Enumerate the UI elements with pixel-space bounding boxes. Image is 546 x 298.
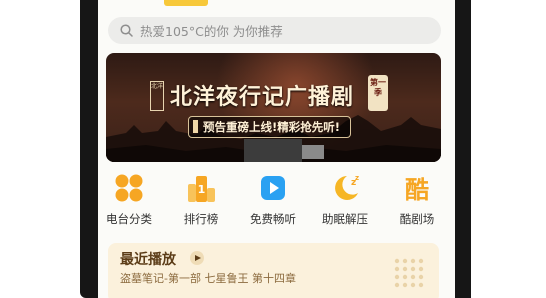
dots-pattern-icon [394, 258, 424, 288]
phone-bezel-left [80, 0, 98, 298]
category-theater[interactable]: 酷 酷剧场 [387, 172, 447, 227]
category-radio[interactable]: 电台分类 [99, 172, 159, 227]
category-row: 电台分类 1 排行榜 免费畅听 z z 助眠解压 酷 酷剧场 [98, 172, 455, 232]
redacted-area [244, 139, 302, 162]
promo-banner[interactable]: 北洋 北洋夜行记广播剧 第一季 预告重磅上线!精彩抢先听! [106, 53, 441, 162]
play-button-icon[interactable] [190, 251, 204, 265]
category-free[interactable]: 免费畅听 [243, 172, 303, 227]
redacted-area-2 [302, 145, 324, 159]
banner-title: 北洋夜行记广播剧 [170, 85, 355, 110]
category-sleep[interactable]: z z 助眠解压 [315, 172, 375, 227]
category-label: 电台分类 [106, 212, 152, 226]
svg-text:z: z [355, 174, 359, 182]
category-label: 免费畅听 [250, 212, 296, 226]
ranking-icon: 1 [185, 172, 217, 204]
recent-title: 最近播放 [120, 252, 176, 268]
play-icon [257, 172, 289, 204]
phone-bezel-right [455, 0, 471, 298]
recent-play-card[interactable]: 最近播放 盗墓笔记-第一部 七星鲁王 第十四章 [108, 243, 439, 298]
category-label: 助眠解压 [322, 212, 368, 226]
search-placeholder: 热爱105°C的你 为你推荐 [140, 24, 283, 39]
subtitle-mark [193, 120, 198, 133]
svg-text:酷: 酷 [405, 176, 429, 204]
moon-sleep-icon: z z [329, 172, 361, 204]
search-bar[interactable]: 热爱105°C的你 为你推荐 [108, 17, 441, 44]
banner-subtitle: 预告重磅上线!精彩抢先听! [203, 120, 340, 134]
svg-text:1: 1 [198, 183, 206, 196]
theater-icon: 酷 [401, 172, 433, 204]
app-screen: 热爱105°C的你 为你推荐 北洋 北洋夜行记广播剧 第一季 预告重磅上线!精彩… [98, 0, 455, 298]
grid-icon [113, 172, 145, 204]
category-ranking[interactable]: 1 排行榜 [171, 172, 231, 227]
banner-subtitle-box: 预告重磅上线!精彩抢先听! [188, 116, 351, 138]
season-badge: 第一季 [368, 75, 388, 111]
search-icon [120, 24, 133, 37]
top-accent-bar [164, 0, 208, 6]
banner-seal: 北洋 [150, 81, 164, 111]
recent-track: 盗墓笔记-第一部 七星鲁王 第十四章 [120, 272, 296, 285]
category-label: 排行榜 [183, 212, 219, 226]
category-label: 酷剧场 [399, 212, 435, 226]
